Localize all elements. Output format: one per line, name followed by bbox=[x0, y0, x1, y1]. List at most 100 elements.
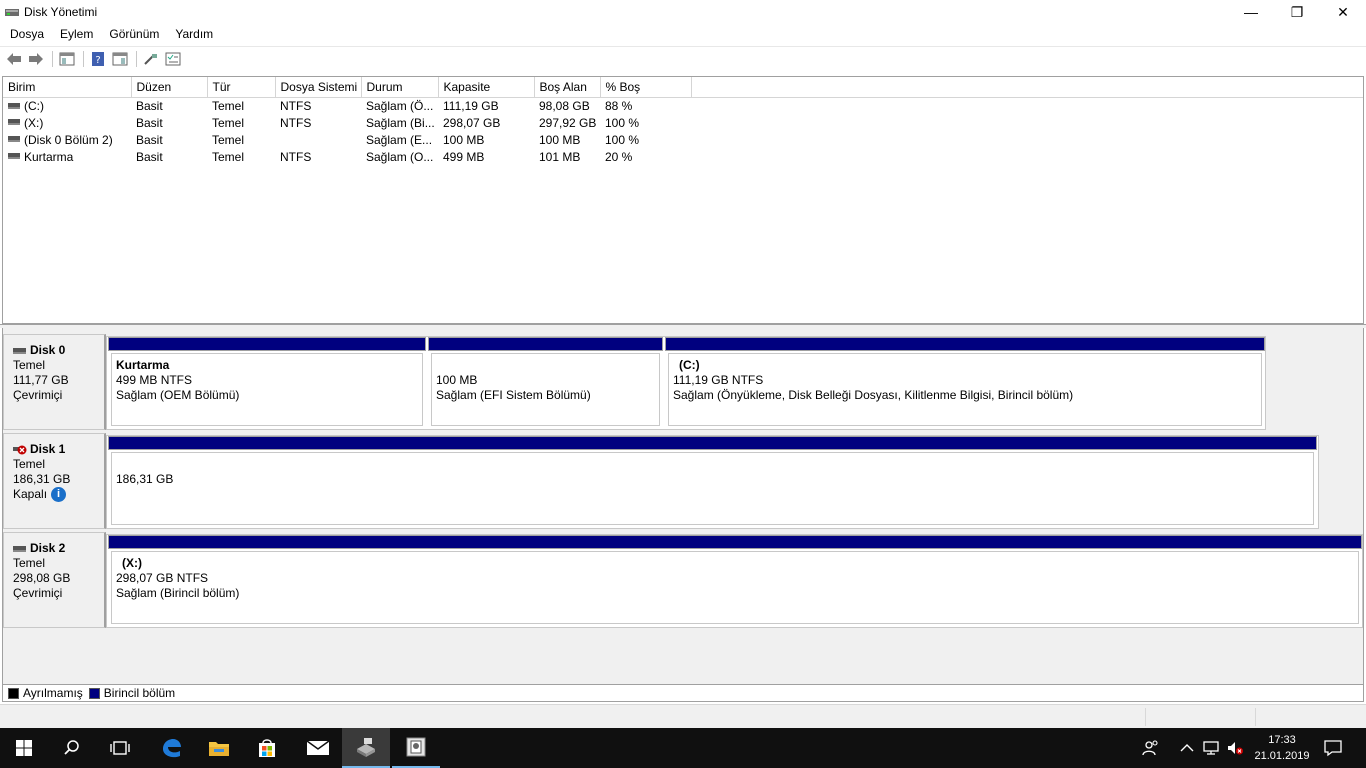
partition-size: 499 MB NTFS bbox=[116, 373, 193, 387]
windows-start-icon[interactable] bbox=[0, 728, 48, 768]
volume-percent-free: 88 % bbox=[605, 98, 633, 113]
volume-percent-free: 100 % bbox=[605, 132, 640, 147]
disk-row-1: Disk 1 Temel 186,31 GB Kapalı i 186,31 GB bbox=[3, 433, 1319, 529]
volume-file-system: NTFS bbox=[280, 98, 312, 113]
column-header-tur[interactable]: Tür bbox=[207, 77, 276, 98]
svg-text:?: ? bbox=[95, 55, 100, 66]
partition-name: (X:) bbox=[122, 556, 142, 570]
column-header-kapasite[interactable]: Kapasite bbox=[438, 77, 535, 98]
taskbar-clock[interactable]: 17:33 21.01.2019 bbox=[1252, 732, 1312, 764]
app-icon[interactable] bbox=[392, 728, 440, 768]
toolbar-separator bbox=[83, 50, 84, 67]
status-cell bbox=[1255, 708, 1256, 726]
task-view-icon[interactable] bbox=[96, 728, 144, 768]
disk-management-icon[interactable] bbox=[342, 728, 390, 768]
column-header-yuzde-bos[interactable]: % Boş bbox=[600, 77, 692, 98]
disk-label-1[interactable]: Disk 1 Temel 186,31 GB Kapalı i bbox=[3, 433, 106, 529]
column-header-durum[interactable]: Durum bbox=[361, 77, 439, 98]
primary-partition-bar bbox=[665, 337, 1265, 351]
volume-percent-free: 100 % bbox=[605, 115, 640, 130]
volume-list[interactable]: Birim Düzen Tür Dosya Sistemi Durum Kapa… bbox=[2, 76, 1364, 324]
disk-partitions-2: (X:) 298,07 GB NTFS Sağlam (Birincil böl… bbox=[106, 534, 1363, 628]
column-header-dosya-sistemi[interactable]: Dosya Sistemi bbox=[275, 77, 362, 98]
mail-icon[interactable] bbox=[294, 728, 342, 768]
disk-label-0[interactable]: Disk 0 Temel 111,77 GB Çevrimiçi bbox=[3, 334, 106, 430]
file-explorer-icon[interactable] bbox=[195, 728, 243, 768]
partition-kurtarma[interactable]: Kurtarma 499 MB NTFS Sağlam (OEM Bölümü) bbox=[108, 337, 426, 429]
minimize-button[interactable]: — bbox=[1228, 0, 1274, 24]
disk-type: Temel bbox=[13, 358, 46, 372]
action-center-icon[interactable] bbox=[1318, 728, 1348, 768]
legend-label: Birincil bölüm bbox=[103, 686, 176, 700]
partition-efi[interactable]: 100 MB Sağlam (EFI Sistem Bölümü) bbox=[428, 337, 663, 429]
column-header-duzen[interactable]: Düzen bbox=[131, 77, 208, 98]
disk-status: Çevrimiçi bbox=[13, 388, 63, 402]
forward-icon[interactable] bbox=[26, 50, 46, 68]
legend-swatch bbox=[8, 687, 19, 699]
help-icon[interactable]: ? bbox=[88, 50, 108, 68]
disk-partitions-1: 186,31 GB bbox=[106, 435, 1319, 529]
disk-name: Disk 1 bbox=[30, 442, 66, 456]
menu-eylem[interactable]: Eylem bbox=[52, 24, 101, 44]
primary-partition-bar bbox=[108, 337, 426, 351]
table-row[interactable]: (X:) Basit Temel NTFS Sağlam (Bi... 298,… bbox=[3, 114, 1363, 131]
back-icon[interactable] bbox=[4, 50, 24, 68]
disk-label-2[interactable]: Disk 2 Temel 298,08 GB Çevrimiçi bbox=[3, 532, 106, 628]
volume-free-space: 98,08 GB bbox=[539, 98, 590, 113]
volume-free-space: 100 MB bbox=[539, 132, 581, 147]
disk-management-app-icon[interactable] bbox=[4, 4, 20, 20]
connect-icon[interactable] bbox=[141, 50, 161, 68]
menu-yardim[interactable]: Yardım bbox=[167, 24, 221, 44]
store-icon[interactable] bbox=[243, 728, 291, 768]
disk-offline-icon bbox=[13, 444, 27, 456]
toolbar: ? bbox=[0, 46, 1366, 70]
clock-date: 21.01.2019 bbox=[1254, 750, 1310, 762]
volume-layout: Basit bbox=[136, 132, 163, 147]
disk-status: Kapalı bbox=[13, 487, 48, 501]
checklist-icon[interactable] bbox=[163, 50, 183, 68]
toolbar-separator bbox=[52, 50, 53, 67]
close-button[interactable]: ✕ bbox=[1320, 0, 1366, 24]
volume-file-system: NTFS bbox=[280, 149, 312, 164]
partition-name bbox=[116, 457, 1313, 472]
info-icon[interactable]: i bbox=[51, 487, 67, 503]
volume-muted-icon[interactable] bbox=[1224, 728, 1246, 768]
partition-x[interactable]: (X:) 298,07 GB NTFS Sağlam (Birincil böl… bbox=[108, 535, 1362, 627]
chevron-up-icon[interactable] bbox=[1176, 728, 1198, 768]
disk-type: Temel bbox=[13, 556, 46, 570]
volume-file-system: NTFS bbox=[280, 115, 312, 130]
table-row[interactable]: (C:) Basit Temel NTFS Sağlam (Ö... 111,1… bbox=[3, 97, 1363, 114]
volume-capacity: 100 MB bbox=[443, 132, 485, 147]
properties-icon[interactable] bbox=[110, 50, 130, 68]
menu-dosya[interactable]: Dosya bbox=[2, 24, 52, 44]
primary-partition-bar bbox=[108, 436, 1317, 450]
volume-name: (C:) bbox=[24, 98, 44, 113]
network-icon[interactable] bbox=[1200, 728, 1222, 768]
disk-graphical-view[interactable]: Disk 0 Temel 111,77 GB Çevrimiçi Kurtarm… bbox=[2, 328, 1364, 684]
edge-icon[interactable] bbox=[147, 728, 195, 768]
partition-c[interactable]: (C:) 111,19 GB NTFS Sağlam (Önyükleme, D… bbox=[665, 337, 1265, 429]
primary-partition-bar bbox=[428, 337, 663, 351]
column-header-birim[interactable]: Birim bbox=[3, 77, 132, 98]
volume-layout: Basit bbox=[136, 115, 163, 130]
partition-disk1[interactable]: 186,31 GB bbox=[108, 436, 1317, 528]
partition-state: Sağlam (Birincil bölüm) bbox=[116, 586, 240, 600]
console-tree-icon[interactable] bbox=[57, 50, 77, 68]
volume-status: Sağlam (E... bbox=[366, 132, 433, 147]
search-icon[interactable] bbox=[48, 728, 96, 768]
volume-capacity: 499 MB bbox=[443, 149, 485, 164]
menu-gorunum[interactable]: Görünüm bbox=[101, 24, 167, 44]
people-icon[interactable] bbox=[1138, 728, 1164, 768]
disk-size: 298,08 GB bbox=[13, 571, 71, 585]
drive-icon bbox=[8, 136, 20, 143]
table-row[interactable]: (Disk 0 Bölüm 2) Basit Temel Sağlam (E..… bbox=[3, 131, 1363, 148]
partition-name bbox=[436, 358, 659, 373]
volume-type: Temel bbox=[212, 132, 245, 147]
table-row[interactable]: Kurtarma Basit Temel NTFS Sağlam (O... 4… bbox=[3, 148, 1363, 165]
taskbar: 17:33 21.01.2019 bbox=[0, 728, 1366, 768]
column-header-bos-alan[interactable]: Boş Alan bbox=[534, 77, 601, 98]
volume-table-header: Birim Düzen Tür Dosya Sistemi Durum Kapa… bbox=[3, 77, 1363, 98]
window-title: Disk Yönetimi bbox=[24, 5, 98, 19]
restore-button[interactable]: ❐ bbox=[1274, 0, 1320, 24]
legend-swatch bbox=[88, 687, 100, 699]
